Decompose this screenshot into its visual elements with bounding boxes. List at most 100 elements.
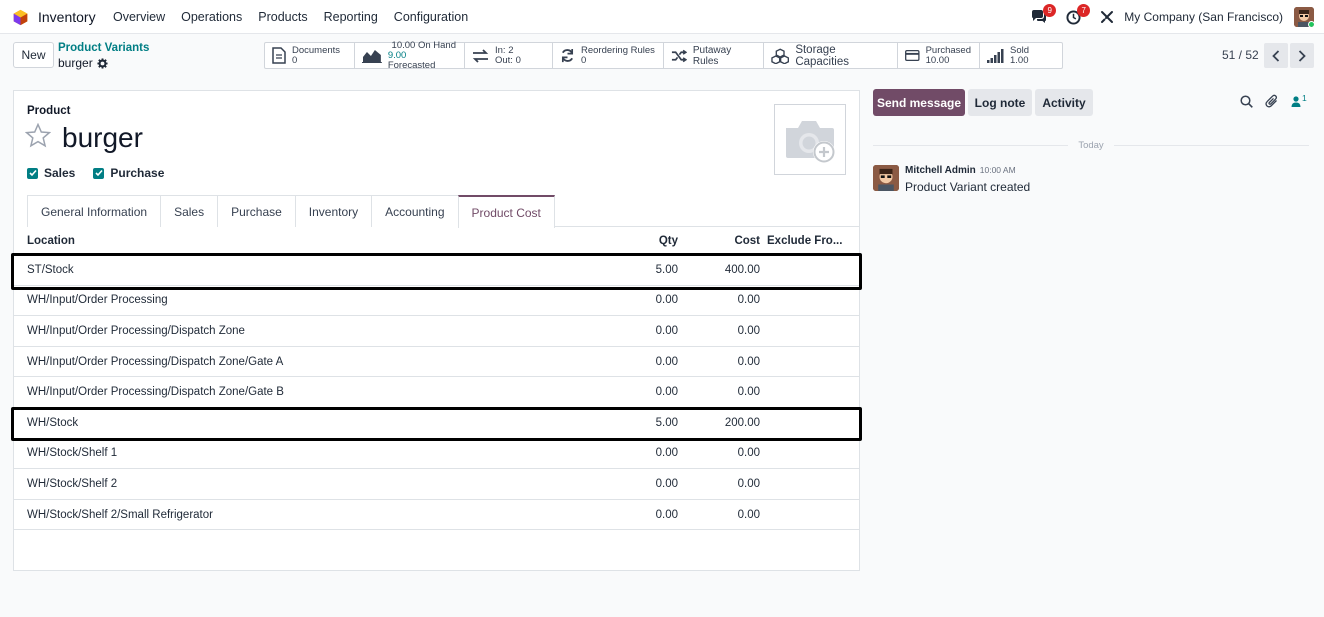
cell-cost: 0.00 [737, 355, 760, 368]
cell-cost: 0.00 [737, 447, 760, 460]
messages-badge: 9 [1043, 4, 1057, 17]
table-row[interactable]: ST/Stock 5.00 400.00 [14, 255, 859, 286]
message-author-avatar[interactable] [873, 165, 899, 191]
search-icon[interactable] [1240, 94, 1253, 108]
log-note-button[interactable]: Log note [968, 89, 1032, 116]
user-icon [1291, 95, 1301, 107]
product-form-sheet: Product burger Sales Purchase General In… [13, 90, 860, 571]
followers-count: 1 [1302, 92, 1307, 103]
product-cost-table: Location Qty Cost Exclude Fro... ST/Stoc… [14, 227, 859, 531]
menu-reporting[interactable]: Reporting [324, 10, 378, 24]
company-switcher[interactable]: My Company (San Francisco) [1124, 10, 1283, 24]
product-flags: Sales Purchase [27, 166, 172, 180]
send-message-button[interactable]: Send message [873, 89, 965, 116]
tab-purchase[interactable]: Purchase [217, 195, 296, 227]
pager-value[interactable]: 51 / 52 [1222, 48, 1259, 62]
cell-cost: 0.00 [737, 477, 760, 490]
paperclip-icon[interactable] [1265, 94, 1279, 108]
new-button[interactable]: New [13, 42, 54, 68]
on-hand-smart-button[interactable]: 10.00 On Hand 9.00 Forecasted [355, 40, 465, 71]
storage-label: Storage Capacities [795, 43, 850, 68]
forecast-label: Forecasted [387, 59, 436, 71]
message-time: 10:00 AM [979, 165, 1016, 175]
breadcrumb-current-label: burger [58, 56, 93, 70]
purchase-checkbox[interactable]: Purchase [93, 166, 164, 180]
checkbox-checked-icon [27, 167, 38, 179]
table-row[interactable]: WH/Stock 5.00 200.00 [14, 408, 859, 439]
online-status-dot [1308, 21, 1314, 27]
app-name[interactable]: Inventory [38, 9, 96, 25]
cell-qty: 0.00 [655, 324, 678, 337]
pager-previous-button[interactable] [1264, 43, 1288, 68]
tab-sales[interactable]: Sales [160, 195, 219, 227]
product-image-placeholder[interactable] [774, 104, 846, 175]
refresh-icon [561, 48, 574, 63]
menu-operations[interactable]: Operations [181, 10, 242, 24]
followers-button[interactable]: 1 [1291, 92, 1307, 107]
cell-cost: 0.00 [737, 294, 760, 307]
shuffle-icon [671, 49, 687, 62]
camera-add-icon [786, 120, 835, 163]
table-row[interactable]: WH/Input/Order Processing/Dispatch Zone/… [14, 377, 859, 408]
sales-checkbox-label: Sales [44, 166, 76, 180]
cell-location: WH/Input/Order Processing/Dispatch Zone/… [27, 386, 284, 399]
messages-icon[interactable]: 9 [1028, 4, 1057, 27]
tab-general-information[interactable]: General Information [27, 195, 162, 227]
top-navbar: Inventory Overview Operations Products R… [0, 0, 1324, 34]
documents-smart-button[interactable]: Documents 0 [265, 43, 355, 68]
reordering-label: Reordering Rules [581, 44, 655, 56]
column-cost[interactable]: Cost [678, 235, 760, 247]
activities-badge: 7 [1077, 4, 1091, 17]
document-icon [272, 47, 286, 64]
chevron-right-icon [1298, 49, 1306, 62]
favorite-star-icon[interactable] [25, 123, 51, 148]
cell-location: WH/Input/Order Processing [27, 294, 168, 307]
pager-next-button[interactable] [1290, 43, 1314, 68]
reordering-rules-smart-button[interactable]: Reordering Rules 0 [553, 43, 664, 68]
table-row[interactable]: WH/Stock/Shelf 2/Small Refrigerator 0.00 0… [14, 500, 859, 531]
in-out-smart-button[interactable]: In: 2 Out: 0 [465, 43, 553, 68]
tab-product-cost[interactable]: Product Cost [457, 195, 555, 228]
tab-inventory[interactable]: Inventory [294, 195, 373, 227]
breadcrumb-product-variants[interactable]: Product Variants [58, 42, 149, 54]
message-author-name[interactable]: Mitchell Admin [905, 165, 976, 176]
storage-capacities-smart-button[interactable]: Storage Capacities [764, 43, 898, 68]
putaway-rules-smart-button[interactable]: Putaway Rules [664, 43, 764, 68]
cell-location: WH/Input/Order Processing/Dispatch Zone/… [27, 355, 284, 368]
cell-qty: 0.00 [655, 355, 678, 368]
product-name[interactable]: burger [62, 122, 143, 154]
user-avatar[interactable] [1294, 7, 1314, 27]
sales-checkbox[interactable]: Sales [27, 166, 75, 180]
column-qty[interactable]: Qty [574, 235, 678, 247]
table-header: Location Qty Cost Exclude Fro... [14, 227, 859, 255]
activities-clock-icon[interactable]: 7 [1062, 4, 1091, 27]
column-exclude[interactable]: Exclude Fro... [760, 235, 859, 247]
sold-smart-button[interactable]: Sold 1.00 [980, 43, 1062, 68]
chatter-toolbar: 1 [1240, 92, 1307, 108]
documents-count: 0 [292, 54, 298, 66]
menu-configuration[interactable]: Configuration [394, 10, 468, 24]
inventory-app-icon[interactable] [12, 9, 29, 26]
message-body: Product Variant created [905, 180, 1031, 194]
menu-products[interactable]: Products [258, 10, 307, 24]
table-row[interactable]: WH/Input/Order Processing 0.00 0.00 [14, 286, 859, 317]
table-row[interactable]: WH/Input/Order Processing/Dispatch Zone/… [14, 347, 859, 378]
product-field-label: Product [27, 105, 71, 117]
gear-icon[interactable] [97, 57, 108, 69]
table-row[interactable]: WH/Input/Order Processing/Dispatch Zone 0… [14, 316, 859, 347]
purchase-checkbox-label: Purchase [110, 166, 165, 180]
table-row[interactable]: WH/Stock/Shelf 2 0.00 0.00 [14, 469, 859, 500]
activity-button[interactable]: Activity [1035, 89, 1093, 116]
column-location[interactable]: Location [14, 235, 574, 247]
tab-accounting[interactable]: Accounting [371, 195, 459, 227]
date-separator-label: Today [1078, 140, 1104, 151]
exchange-icon [472, 48, 489, 63]
cell-location: WH/Stock/Shelf 2/Small Refrigerator [27, 508, 213, 521]
in-count: In: 2 [495, 44, 514, 56]
date-separator: Today [873, 140, 1310, 151]
cell-qty: 5.00 [655, 416, 678, 429]
debug-tools-icon[interactable] [1096, 7, 1118, 27]
menu-overview[interactable]: Overview [113, 10, 165, 24]
table-row[interactable]: WH/Stock/Shelf 1 0.00 0.00 [14, 439, 859, 470]
purchased-smart-button[interactable]: Purchased 10.00 [898, 43, 980, 68]
